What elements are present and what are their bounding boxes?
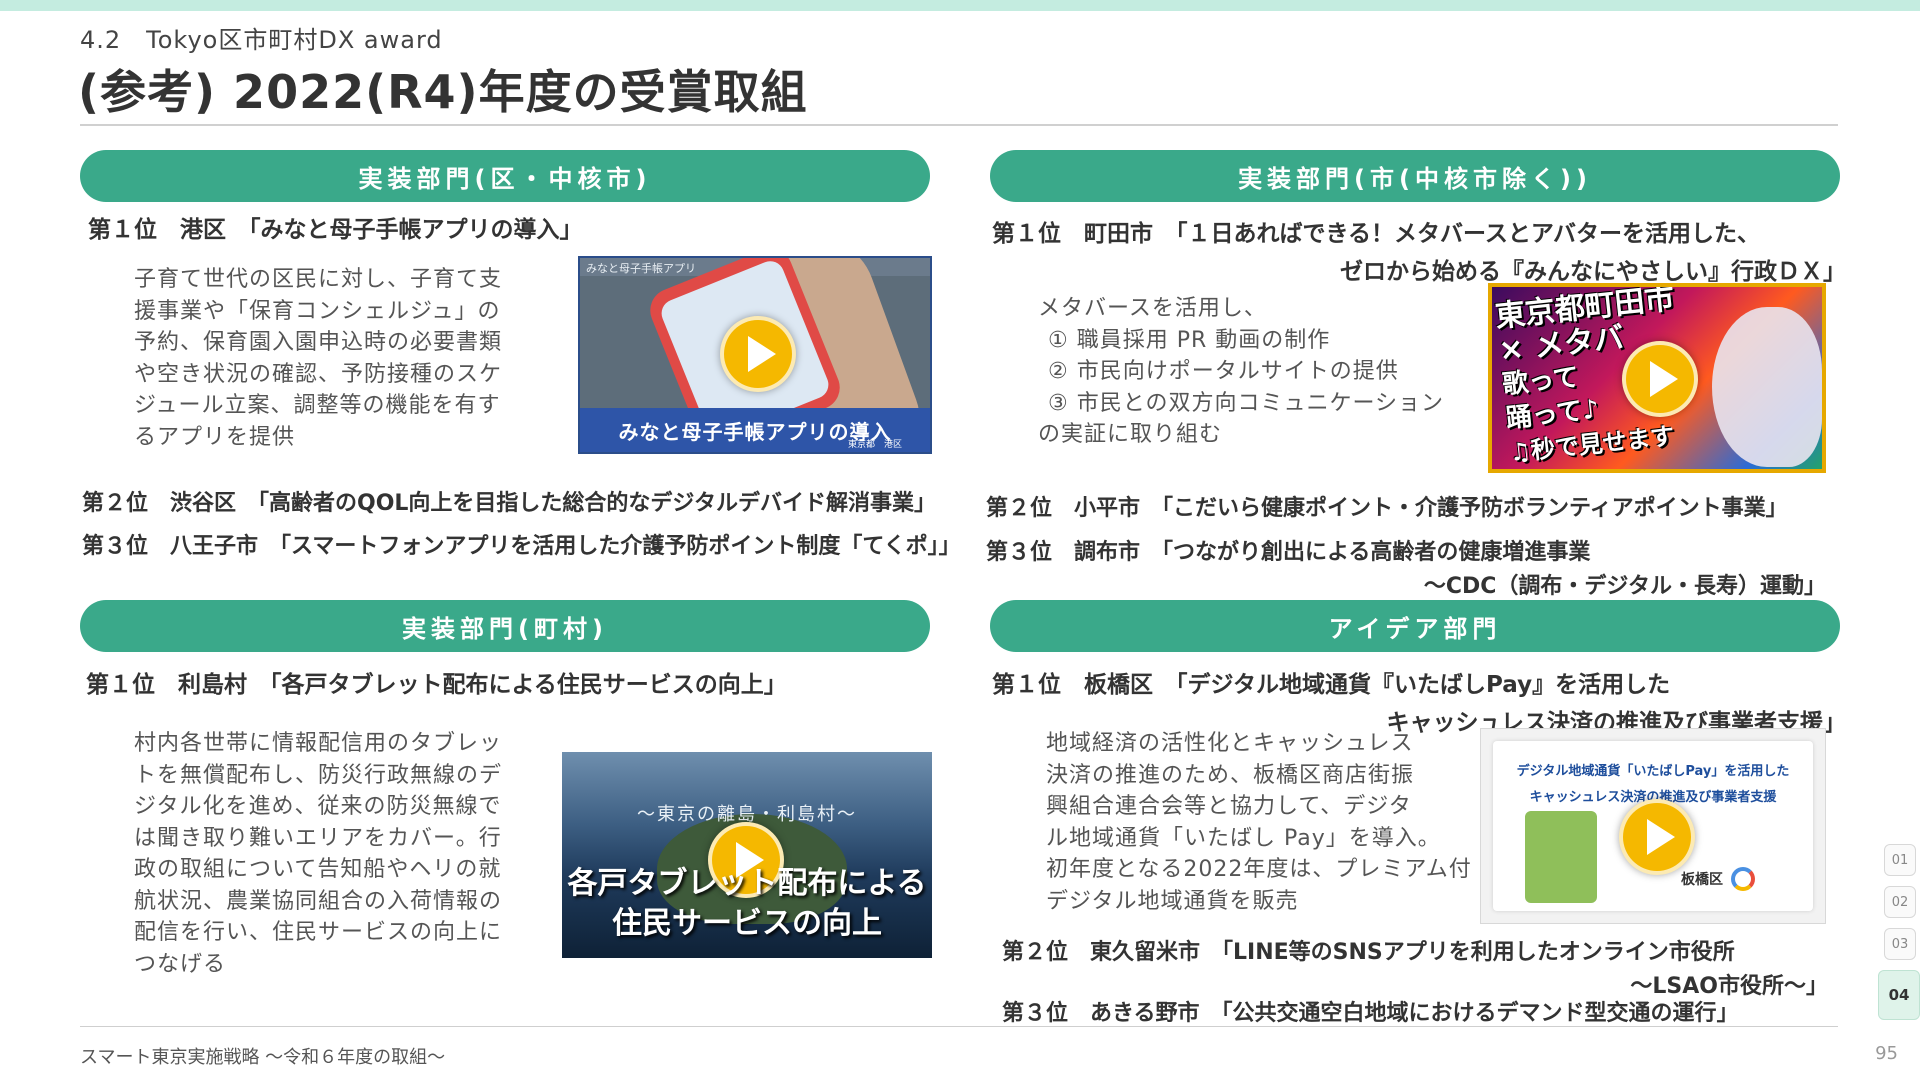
rank-2-idea: 第２位 東久留米市 「LINE等のSNSアプリを利用したオンライン市役所 ～LS… bbox=[1002, 940, 1828, 999]
rank-3-idea: 第３位 あきる野市 「公共交通空白地域におけるデマンド型交通の運行」 bbox=[1002, 1001, 1739, 1026]
description-choson: 村内各世帯に情報配信用のタブレッ トを無償配布し、防災行政無線のデ ジタル化を進… bbox=[134, 731, 503, 977]
thumb-credit: 東京都 港区 bbox=[847, 440, 902, 450]
rank-2-shi: 第２位 小平市 「こだいら健康ポイント・介護予防ボランティアポイント事業」 bbox=[986, 496, 1788, 521]
video-thumbnail-choson[interactable]: ～東京の離島・利島村～ 各戸タブレット配布による 住民サービスの向上 bbox=[562, 752, 932, 958]
top-stripe bbox=[0, 0, 1920, 11]
rank-1-ku: 第１位 港区 「みなと母子手帳アプリの導入」 bbox=[88, 217, 583, 243]
nav-tab-01[interactable]: 01 bbox=[1884, 844, 1916, 876]
category-heading-choson: 実装部門(町村) bbox=[80, 600, 930, 652]
rank-1-choson: 第１位 利島村 「各戸タブレット配布による住民サービスの向上」 bbox=[86, 672, 787, 698]
description-ku: 子育て世代の区民に対し、子育て支 援事業や「保育コンシェルジュ」の 予約、保育園… bbox=[134, 267, 503, 450]
avatar-figure bbox=[1712, 307, 1822, 467]
page-title: (参考) 2022(R4)年度の受賞取組 bbox=[78, 65, 808, 119]
title-divider bbox=[80, 124, 1838, 126]
page-number: 95 bbox=[1875, 1043, 1898, 1064]
footer-divider bbox=[80, 1026, 1838, 1027]
phone-image bbox=[1525, 811, 1597, 903]
play-icon bbox=[1619, 799, 1695, 875]
video-thumbnail-shi[interactable]: 東京都町田市 × メタバ 歌って 踊って♪ ♫秒で見せます bbox=[1488, 283, 1826, 473]
nav-tab-03[interactable]: 03 bbox=[1884, 928, 1916, 960]
play-icon bbox=[1622, 341, 1698, 417]
category-heading-shi: 実装部門(市(中核市除く)) bbox=[990, 150, 1840, 202]
description-shi: メタバースを活用し、 ① 職員採用 PR 動画の制作 ② 市民向けポータルサイト… bbox=[1038, 296, 1445, 447]
rank-3-ku: 第３位 八王子市 「スマートフォンアプリを活用した介護予防ポイント制度「てくポ」… bbox=[82, 534, 961, 559]
rank-3-shi: 第３位 調布市 「つながり創出による高齢者の健康増進事業 ～CDC（調布・デジタ… bbox=[986, 540, 1826, 599]
rank-1-shi: 第１位 町田市 「１日あればできる！メタバースとアバターを活用した、 ゼロから始… bbox=[992, 221, 1846, 285]
rank-1-idea: 第１位 板橋区 「デジタル地域通貨『いたばしPay』を活用した キャッシュレス決… bbox=[992, 672, 1846, 736]
thumb-main-text: 各戸タブレット配布による 住民サービスの向上 bbox=[567, 866, 927, 941]
rank-2-ku: 第２位 渋谷区 「高齢者のQOL向上を目指した総合的なデジタルデバイド解消事業」 bbox=[82, 491, 936, 516]
section-label: 4.2 Tokyo区市町村DX award bbox=[80, 26, 443, 54]
sdgs-logo bbox=[1731, 867, 1755, 891]
footer-text: スマート東京実施戦略 ～令和６年度の取組～ bbox=[80, 1047, 446, 1068]
itabashi-logo: 板橋区 bbox=[1681, 872, 1723, 888]
play-icon bbox=[720, 316, 796, 392]
nav-tab-04[interactable]: 04 bbox=[1878, 970, 1920, 1020]
video-thumbnail-idea[interactable]: デジタル地域通貨「いたばしPay」を活用した キャッシュレス決済の推進及び事業者… bbox=[1480, 728, 1826, 924]
category-heading-ku: 実装部門(区・中核市) bbox=[80, 150, 930, 202]
nav-tab-02[interactable]: 02 bbox=[1884, 886, 1916, 918]
video-thumbnail-ku[interactable]: みなと母子手帳アプリ みなと母子手帳アプリの導入 東京都 港区 bbox=[578, 256, 932, 454]
description-idea: 地域経済の活性化とキャッシュレス 決済の推進のため、板橋区商店街振 興組合連合会… bbox=[1046, 731, 1472, 914]
category-heading-idea: アイデア部門 bbox=[990, 600, 1840, 652]
